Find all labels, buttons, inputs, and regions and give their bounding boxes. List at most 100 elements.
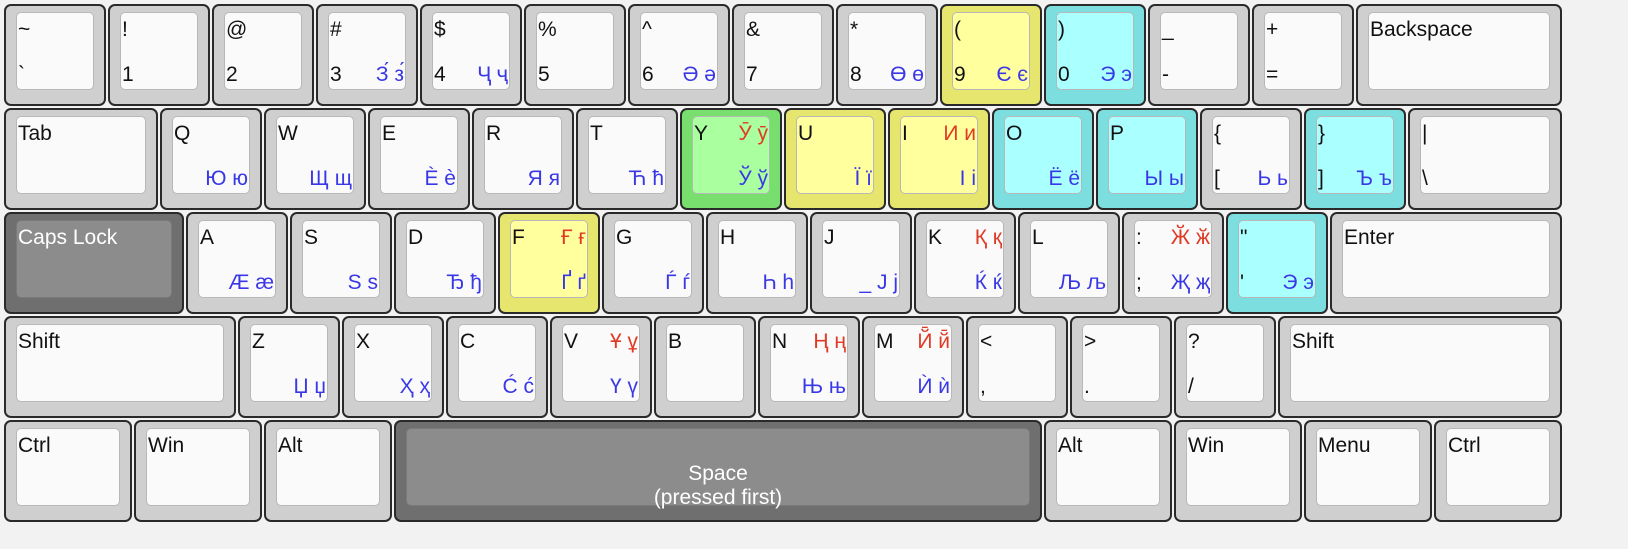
key-label-bottom-right: Љ љ <box>1058 271 1106 294</box>
key-label-bottom-left: . <box>1084 375 1090 398</box>
key-plus[interactable]: + = <box>1252 4 1354 106</box>
key-label-top-left: F <box>512 226 525 249</box>
key-i[interactable]: I И и І і <box>888 108 990 210</box>
key-tab[interactable]: Tab <box>4 108 158 210</box>
keycap <box>1420 116 1550 194</box>
key-label-top-left: A <box>200 226 215 249</box>
key-u[interactable]: U Ї ї <box>784 108 886 210</box>
key-greater-than[interactable]: >. <box>1070 316 1172 418</box>
key-q[interactable]: Q Ю ю <box>160 108 262 210</box>
key-question[interactable]: ? / <box>1174 316 1276 418</box>
key-pipe[interactable]: | \ <box>1408 108 1562 210</box>
key-label-bottom-right: Ҷ ҷ <box>477 63 508 86</box>
key-tilde[interactable]: ~ ` <box>4 4 106 106</box>
key-label-top-right: Ӂ ӂ <box>1170 226 1210 249</box>
key-n[interactable]: N Ң ң Њ њ <box>758 316 860 418</box>
key-dollar[interactable]: $4 Ҷ ҷ <box>420 4 522 106</box>
key-hash[interactable]: #3 З́ з́ <box>316 4 418 106</box>
key-l[interactable]: L Љ љ <box>1018 212 1120 314</box>
key-p[interactable]: P Ы ы <box>1096 108 1198 210</box>
key-w[interactable]: W Щ щ <box>264 108 366 210</box>
key-label-bottom-right: È è <box>424 167 456 190</box>
key-quote[interactable]: " ' Э э <box>1226 212 1328 314</box>
key-z[interactable]: Z Џ џ <box>238 316 340 418</box>
key-label-bottom-right: _ Ј ј <box>859 271 898 294</box>
key-label-top-left: > <box>1084 330 1097 353</box>
key-label-top-left: S <box>304 226 319 249</box>
key-f[interactable]: F Ғ ғ Ґ ґ <box>498 212 600 314</box>
key-e[interactable]: E È è <box>368 108 470 210</box>
key-win[interactable]: Win <box>134 420 262 522</box>
key-shift[interactable]: Shift <box>1278 316 1562 418</box>
key-d[interactable]: D Ђ ђ <box>394 212 496 314</box>
key-label-top-left: Z <box>252 330 265 353</box>
key-c[interactable]: C Ć ć <box>446 316 548 418</box>
key-underscore[interactable]: _ - <box>1148 4 1250 106</box>
key-g[interactable]: G Ѓ ѓ <box>602 212 704 314</box>
key-label-bottom-right: Ы ы <box>1144 167 1184 190</box>
key-label-top-left: * <box>850 18 859 41</box>
key-colon[interactable]: :; Ӂ ӂ Җ җ <box>1122 212 1224 314</box>
key-j[interactable]: J _ Ј ј <box>810 212 912 314</box>
key-label-bottom-left: 2 <box>226 63 238 86</box>
key-label-bottom-right: Æ æ <box>228 271 274 294</box>
key-label-bottom-left: ] <box>1318 167 1324 190</box>
key-space[interactable]: Space (pressed first) <box>394 420 1042 522</box>
key-label-top-left: ( <box>954 18 961 41</box>
key-alt[interactable]: Alt <box>264 420 392 522</box>
key-ampersand[interactable]: & 7 <box>732 4 834 106</box>
key-label-bottom-left: 1 <box>122 63 134 86</box>
key-label-top-right: Ұ ұ <box>609 330 638 353</box>
key-label-bottom-left: 3 <box>330 63 342 86</box>
key-y[interactable]: Y Ӯ ӯ Ў ў <box>680 108 782 210</box>
key-alt[interactable]: Alt <box>1044 420 1172 522</box>
key-left-paren[interactable]: (9 Є є <box>940 4 1042 106</box>
key-backspace[interactable]: Backspace <box>1356 4 1562 106</box>
key-label-bottom-left: 4 <box>434 63 446 86</box>
key-v[interactable]: V Ұ ұ Ү ү <box>550 316 652 418</box>
key-left-brace[interactable]: {[Ь ь <box>1200 108 1302 210</box>
key-percent[interactable]: % 5 <box>524 4 626 106</box>
key-label-top-left: T <box>590 122 603 145</box>
key-label-bottom-right: Һ һ <box>762 271 794 294</box>
key-x[interactable]: X Ҳ ҳ <box>342 316 444 418</box>
key-label-bottom-left: 0 <box>1058 63 1070 86</box>
key-label-top-left: " <box>1240 226 1248 249</box>
key-label-bottom-right: Ө ө <box>890 63 924 86</box>
key-h[interactable]: H Һ һ <box>706 212 808 314</box>
key-label-top-left: J <box>824 226 835 249</box>
key-label-top-left: X <box>356 330 371 353</box>
key-ctrl[interactable]: Ctrl <box>4 420 132 522</box>
key-label-bottom-right: Ю ю <box>205 167 248 190</box>
key-label-top-left: ^ <box>642 18 652 41</box>
key-t[interactable]: T Ћ ћ <box>576 108 678 210</box>
key-exclamation[interactable]: ! 1 <box>108 4 210 106</box>
key-label-top-left: Ctrl <box>18 434 51 457</box>
key-at[interactable]: @2 <box>212 4 314 106</box>
key-caret[interactable]: ^ 6 Ә ә <box>628 4 730 106</box>
key-win[interactable]: Win <box>1174 420 1302 522</box>
key-r[interactable]: R Я я <box>472 108 574 210</box>
key-menu[interactable]: Menu <box>1304 420 1432 522</box>
key-asterisk[interactable]: * 8 Ө ө <box>836 4 938 106</box>
key-label-top-left: Alt <box>278 434 303 457</box>
key-right-paren[interactable]: ) 0 Э э <box>1044 4 1146 106</box>
key-label-bottom-left: \ <box>1422 167 1428 190</box>
key-o[interactable]: O Ё ё <box>992 108 1094 210</box>
key-m[interactable]: M Й̄ й̄ Ѝ ѝ <box>862 316 964 418</box>
key-k[interactable]: K Қ қ Ќ ќ <box>914 212 1016 314</box>
key-b[interactable]: B <box>654 316 756 418</box>
key-less-than[interactable]: <, <box>966 316 1068 418</box>
key-right-brace[interactable]: }] Ъ ъ <box>1304 108 1406 210</box>
key-caps-lock[interactable]: Caps Lock <box>4 212 184 314</box>
key-shift[interactable]: Shift <box>4 316 236 418</box>
key-ctrl[interactable]: Ctrl <box>1434 420 1562 522</box>
key-label-top-right: Ғ ғ <box>561 226 586 249</box>
key-a[interactable]: A Æ æ <box>186 212 288 314</box>
key-label-bottom-left: 8 <box>850 63 862 86</box>
key-label-bottom-right: Ї ї <box>854 167 872 190</box>
key-label-top-right: Ӯ ӯ <box>738 122 768 145</box>
key-label-top-left: % <box>538 18 557 41</box>
key-s[interactable]: S Ѕ ѕ <box>290 212 392 314</box>
key-enter[interactable]: Enter <box>1330 212 1562 314</box>
